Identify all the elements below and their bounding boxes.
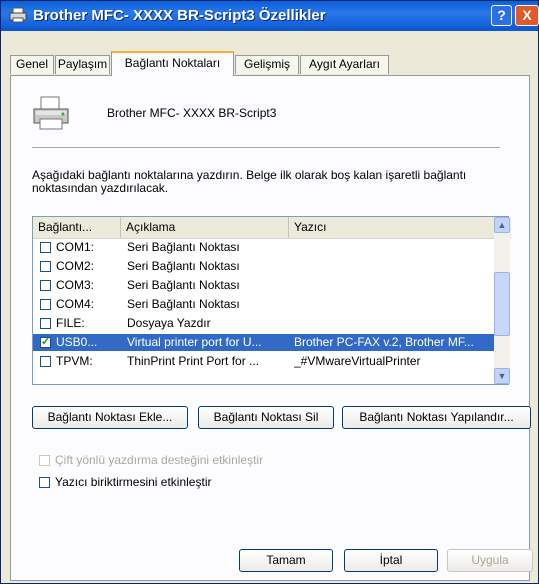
table-row[interactable]: FILE: Dosyaya Yazdır bbox=[33, 315, 495, 332]
bidirectional-checkbox[interactable] bbox=[39, 455, 50, 466]
column-port[interactable]: Bağlantı... bbox=[33, 217, 121, 238]
printer-icon bbox=[33, 96, 69, 130]
table-row[interactable]: COM1: Seri Bağlantı Noktası bbox=[33, 239, 495, 256]
pooling-label: Yazıcı biriktirmesini etkinleştir bbox=[55, 475, 212, 489]
port-description: Seri Bağlantı Noktası bbox=[127, 259, 240, 273]
column-description[interactable]: Açıklama bbox=[121, 217, 289, 238]
port-printer: _#VMwareVirtualPrinter bbox=[294, 354, 421, 368]
title-bar[interactable]: Brother MFC- XXXX BR-Script3 Özellikler … bbox=[1, 1, 539, 31]
port-name: FILE: bbox=[56, 316, 85, 330]
table-row[interactable]: COM3: Seri Bağlantı Noktası bbox=[33, 277, 495, 294]
port-checkbox[interactable] bbox=[40, 242, 51, 253]
pooling-checkbox[interactable] bbox=[39, 477, 50, 488]
ports-list[interactable]: Bağlantı... Açıklama Yazıcı COM1: Seri Ba… bbox=[32, 216, 511, 385]
tab-general[interactable]: Genel bbox=[10, 55, 54, 74]
window-title: Brother MFC- XXXX BR-Script3 Özellikler bbox=[33, 7, 326, 24]
cancel-button[interactable]: İptal bbox=[344, 549, 438, 572]
scroll-down-icon[interactable]: ▼ bbox=[494, 368, 510, 384]
scroll-thumb[interactable] bbox=[494, 272, 510, 336]
bidirectional-label: Çift yönlü yazdırma desteğini etkinleşti… bbox=[55, 453, 264, 467]
column-printer[interactable]: Yazıcı bbox=[289, 217, 495, 238]
port-description: Aşağıdaki bağlantı noktalarına yazdırın.… bbox=[32, 168, 467, 195]
port-checkbox[interactable] bbox=[40, 299, 51, 310]
port-printer: Brother PC-FAX v.2, Brother MF... bbox=[294, 335, 474, 349]
port-checkbox[interactable] bbox=[40, 356, 51, 367]
port-description: Dosyaya Yazdır bbox=[127, 316, 211, 330]
port-description: Virtual printer port for U... bbox=[127, 335, 262, 349]
table-row[interactable]: COM2: Seri Bağlantı Noktası bbox=[33, 258, 495, 275]
table-row[interactable]: TPVM: ThinPrint Print Port for ... _#VMwar… bbox=[33, 353, 495, 370]
printer-icon bbox=[9, 7, 27, 23]
port-checkbox[interactable] bbox=[40, 334, 51, 351]
divider bbox=[32, 147, 500, 148]
port-description: Seri Bağlantı Noktası bbox=[127, 278, 240, 292]
tab-ports[interactable]: Bağlantı Noktaları bbox=[111, 51, 234, 76]
configure-port-button[interactable]: Bağlantı Noktası Yapılandır... bbox=[342, 406, 531, 429]
port-name: COM3: bbox=[56, 278, 95, 292]
port-name: TPVM: bbox=[56, 354, 93, 368]
list-header: Bağlantı... Açıklama Yazıcı bbox=[33, 217, 511, 239]
port-checkbox[interactable] bbox=[40, 261, 51, 272]
help-button[interactable]: ? bbox=[491, 5, 512, 26]
add-port-button[interactable]: Bağlantı Noktası Ekle... bbox=[32, 406, 188, 429]
port-name: COM2: bbox=[56, 259, 95, 273]
table-row[interactable]: USB0... Virtual printer port for U... Brot… bbox=[33, 334, 495, 351]
delete-port-button[interactable]: Bağlantı Noktası Sil bbox=[198, 406, 334, 429]
port-description: Seri Bağlantı Noktası bbox=[127, 297, 240, 311]
port-description: Seri Bağlantı Noktası bbox=[127, 240, 240, 254]
close-button[interactable]: X bbox=[515, 5, 539, 26]
ok-button[interactable]: Tamam bbox=[239, 549, 333, 572]
properties-window: Brother MFC- XXXX BR-Script3 Özellikler … bbox=[0, 0, 539, 584]
tab-sharing[interactable]: Paylaşım bbox=[55, 55, 110, 74]
port-checkbox[interactable] bbox=[40, 318, 51, 329]
printer-name: Brother MFC- XXXX BR-Script3 bbox=[107, 106, 277, 120]
table-row[interactable]: COM4: Seri Bağlantı Noktası bbox=[33, 296, 495, 313]
tab-device-settings[interactable]: Aygıt Ayarları bbox=[300, 55, 389, 74]
scroll-up-icon[interactable]: ▲ bbox=[494, 217, 510, 233]
apply-button[interactable]: Uygula bbox=[447, 549, 533, 572]
list-scrollbar[interactable]: ▲ ▼ bbox=[494, 217, 510, 384]
port-name: COM1: bbox=[56, 240, 95, 254]
port-checkbox[interactable] bbox=[40, 280, 51, 291]
port-description: ThinPrint Print Port for ... bbox=[127, 354, 260, 368]
port-name: USB0... bbox=[56, 335, 98, 349]
tab-advanced[interactable]: Gelişmiş bbox=[235, 55, 299, 74]
port-name: COM4: bbox=[56, 297, 95, 311]
